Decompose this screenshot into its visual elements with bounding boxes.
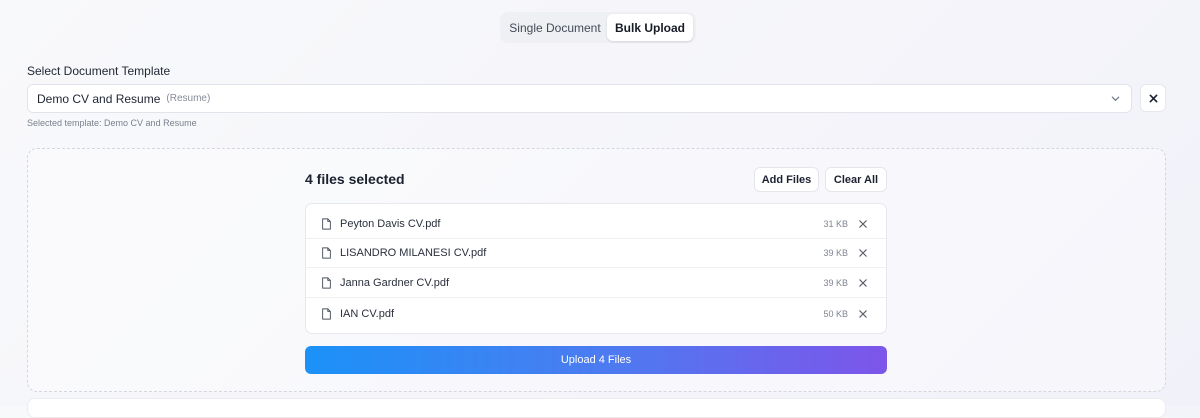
file-row: LISANDRO MILANESI CV.pdf 39 KB [306, 239, 886, 268]
file-row: IAN CV.pdf 50 KB [306, 299, 886, 328]
file-list: Peyton Davis CV.pdf 31 KB LISANDRO MILAN… [305, 203, 887, 334]
template-select[interactable]: Demo CV and Resume (Resume) [27, 84, 1132, 113]
file-row: Peyton Davis CV.pdf 31 KB [306, 210, 886, 239]
file-name: Janna Gardner CV.pdf [340, 277, 450, 289]
file-icon [322, 247, 331, 259]
file-icon [322, 277, 331, 289]
file-name: LISANDRO MILANESI CV.pdf [340, 247, 487, 259]
remove-file-icon[interactable] [859, 220, 867, 228]
remove-file-icon[interactable] [859, 279, 867, 287]
mode-tabs: Single Document Bulk Upload [500, 12, 696, 43]
file-size: 50 KB [823, 308, 848, 319]
tab-bulk-upload[interactable]: Bulk Upload [607, 14, 693, 41]
file-size: 39 KB [823, 278, 848, 288]
template-selected-value: Demo CV and Resume [37, 91, 161, 106]
file-row: Janna Gardner CV.pdf 39 KB [306, 269, 886, 298]
file-size: 31 KB [823, 219, 848, 229]
upload-files-button[interactable]: Upload 4 Files [305, 346, 887, 374]
files-selected-count: 4 files selected [305, 171, 405, 187]
add-files-button[interactable]: Add Files [754, 167, 819, 192]
next-section-card [27, 398, 1166, 418]
file-name: IAN CV.pdf [340, 307, 395, 320]
tab-single-document[interactable]: Single Document [503, 14, 607, 41]
selected-template-helper: Selected template: Demo CV and Resume [27, 118, 197, 128]
file-name: Peyton Davis CV.pdf [340, 218, 441, 230]
file-size: 39 KB [823, 248, 848, 258]
clear-all-button[interactable]: Clear All [825, 167, 887, 192]
template-selected-type: (Resume) [166, 93, 211, 104]
close-icon [1149, 94, 1157, 102]
file-icon [322, 218, 331, 230]
file-icon [322, 307, 331, 320]
template-select-label: Select Document Template [27, 64, 171, 78]
chevron-down-icon [1111, 96, 1120, 101]
remove-file-icon[interactable] [859, 309, 867, 318]
clear-template-button[interactable] [1140, 84, 1166, 112]
remove-file-icon[interactable] [859, 249, 867, 257]
